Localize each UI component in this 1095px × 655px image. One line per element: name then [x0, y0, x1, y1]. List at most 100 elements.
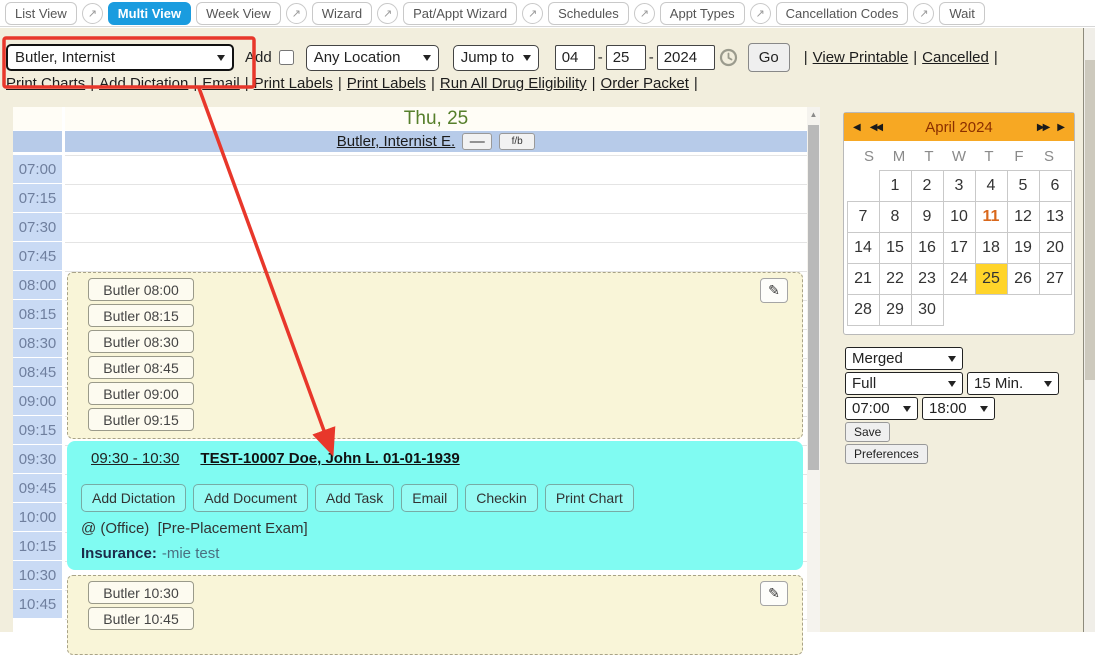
order-packet-link-6[interactable]: Order Packet [601, 75, 689, 92]
calendar-day-15[interactable]: 15 [879, 233, 911, 264]
open-slot-button-butler-10-30[interactable]: Butler 10:30 [88, 581, 194, 604]
open-slot-button-butler-10-45[interactable]: Butler 10:45 [88, 607, 194, 630]
print-chart-button[interactable]: Print Chart [545, 484, 634, 512]
tab-cancellation-codes[interactable]: Cancellation Codes [776, 2, 909, 25]
appointment-time-link[interactable]: 09:30 - 10:30 [91, 450, 179, 467]
calendar-day-17[interactable]: 17 [943, 233, 975, 264]
tab-multi-view[interactable]: Multi View [108, 2, 191, 25]
calendar-day-13[interactable]: 13 [1039, 202, 1071, 233]
go-button[interactable]: Go [748, 43, 790, 72]
date-day-input[interactable] [606, 45, 646, 70]
calendar-day-25[interactable]: 25 [975, 264, 1007, 295]
cancelled-link[interactable]: Cancelled [922, 49, 989, 66]
external-link-icon[interactable]: ↗ [634, 3, 655, 24]
print-labels-link-4[interactable]: Print Labels [347, 75, 426, 92]
add-dictation-link-1[interactable]: Add Dictation [99, 75, 188, 92]
clock-icon[interactable] [719, 48, 738, 67]
provider-link[interactable]: Butler, Internist E. [337, 133, 455, 150]
calendar-day-30[interactable]: 30 [911, 295, 943, 326]
add-dictation-button[interactable]: Add Dictation [81, 484, 186, 512]
calendar-day-26[interactable]: 26 [1007, 264, 1039, 295]
external-link-icon[interactable]: ↗ [82, 3, 103, 24]
size-select[interactable]: Full [845, 372, 963, 395]
add-document-button[interactable]: Add Document [193, 484, 308, 512]
external-link-icon[interactable]: ↗ [522, 3, 543, 24]
preferences-button[interactable]: Preferences [845, 444, 928, 464]
edit-slot-block-icon[interactable]: ✎ [760, 278, 788, 303]
external-link-icon[interactable]: ↗ [286, 3, 307, 24]
tab-wait[interactable]: Wait [939, 2, 985, 25]
open-slot-button-butler-08-30[interactable]: Butler 08:30 [88, 330, 194, 353]
calendar-day-14[interactable]: 14 [847, 233, 879, 264]
next-year-icon[interactable]: ▶▶ [1037, 122, 1048, 133]
open-slot-button-butler-08-45[interactable]: Butler 08:45 [88, 356, 194, 379]
jump-to-select[interactable]: Jump to [453, 45, 539, 71]
tab-schedules[interactable]: Schedules [548, 2, 629, 25]
calendar-day-24[interactable]: 24 [943, 264, 975, 295]
open-slot-button-butler-08-15[interactable]: Butler 08:15 [88, 304, 194, 327]
calendar-day-3[interactable]: 3 [943, 171, 975, 202]
calendar-day-29[interactable]: 29 [879, 295, 911, 326]
email-link-2[interactable]: Email [202, 75, 240, 92]
interval-select[interactable]: 15 Min. [967, 372, 1059, 395]
open-slot-button-butler-08-00[interactable]: Butler 08:00 [88, 278, 194, 301]
tab-pat-appt-wizard[interactable]: Pat/Appt Wizard [403, 2, 517, 25]
end-time-select[interactable]: 18:00 [922, 397, 995, 420]
calendar-day-7[interactable]: 7 [847, 202, 879, 233]
calendar-day-4[interactable]: 4 [975, 171, 1007, 202]
appointment-card[interactable]: 09:30 - 10:30 TEST-10007 Doe, John L. 01… [67, 441, 803, 570]
date-month-input[interactable] [555, 45, 595, 70]
open-slot-button-butler-09-15[interactable]: Butler 09:15 [88, 408, 194, 431]
run-all-drug-eligibility-link-5[interactable]: Run All Drug Eligibility [440, 75, 587, 92]
calendar-day-12[interactable]: 12 [1007, 202, 1039, 233]
calendar-day-23[interactable]: 23 [911, 264, 943, 295]
external-link-icon[interactable]: ↗ [913, 3, 934, 24]
tab-list-view[interactable]: List View [5, 2, 77, 25]
calendar-day-6[interactable]: 6 [1039, 171, 1071, 202]
calendar-day-19[interactable]: 19 [1007, 233, 1039, 264]
next-month-icon[interactable]: ▶ [1057, 122, 1065, 133]
external-link-icon[interactable]: ↗ [377, 3, 398, 24]
page-scrollbar[interactable] [1083, 28, 1095, 632]
calendar-day-9[interactable]: 9 [911, 202, 943, 233]
open-slot-button-butler-09-00[interactable]: Butler 09:00 [88, 382, 194, 405]
calendar-day-10[interactable]: 10 [943, 202, 975, 233]
minimize-column-button[interactable]: — [462, 133, 492, 150]
page-scrollbar-thumb[interactable] [1085, 60, 1095, 380]
add-checkbox[interactable] [279, 50, 294, 65]
merge-select[interactable]: Merged [845, 347, 963, 370]
save-button[interactable]: Save [845, 422, 890, 442]
calendar-day-8[interactable]: 8 [879, 202, 911, 233]
calendar-day-22[interactable]: 22 [879, 264, 911, 295]
tab-appt-types[interactable]: Appt Types [660, 2, 745, 25]
external-link-icon[interactable]: ↗ [750, 3, 771, 24]
print-charts-link-0[interactable]: Print Charts [6, 75, 85, 92]
calendar-day-2[interactable]: 2 [911, 171, 943, 202]
scroll-up-icon[interactable]: ▲ [807, 107, 820, 122]
prev-month-icon[interactable]: ◀ [853, 122, 861, 133]
prev-year-icon[interactable]: ◀◀ [870, 122, 881, 133]
checkin-button[interactable]: Checkin [465, 484, 538, 512]
calendar-day-21[interactable]: 21 [847, 264, 879, 295]
provider-select[interactable]: Butler, Internist [6, 44, 234, 71]
start-time-select[interactable]: 07:00 [845, 397, 918, 420]
calendar-day-1[interactable]: 1 [879, 171, 911, 202]
view-printable-link[interactable]: View Printable [813, 49, 909, 66]
date-year-input[interactable] [657, 45, 715, 70]
print-labels-link-3[interactable]: Print Labels [254, 75, 333, 92]
patient-link[interactable]: TEST-10007 Doe, John L. 01-01-1939 [200, 450, 459, 467]
email-button[interactable]: Email [401, 484, 458, 512]
calendar-day-28[interactable]: 28 [847, 295, 879, 326]
calendar-day-20[interactable]: 20 [1039, 233, 1071, 264]
tab-week-view[interactable]: Week View [196, 2, 281, 25]
edit-slot-block-icon[interactable]: ✎ [760, 581, 788, 606]
calendar-day-18[interactable]: 18 [975, 233, 1007, 264]
location-select[interactable]: Any Location [306, 45, 439, 71]
tab-wizard[interactable]: Wizard [312, 2, 372, 25]
calendar-day-11[interactable]: 11 [975, 202, 1007, 233]
calendar-day-16[interactable]: 16 [911, 233, 943, 264]
calendar-day-5[interactable]: 5 [1007, 171, 1039, 202]
add-task-button[interactable]: Add Task [315, 484, 394, 512]
schedule-scrollbar[interactable]: ▲ [807, 107, 820, 632]
calendar-day-27[interactable]: 27 [1039, 264, 1071, 295]
